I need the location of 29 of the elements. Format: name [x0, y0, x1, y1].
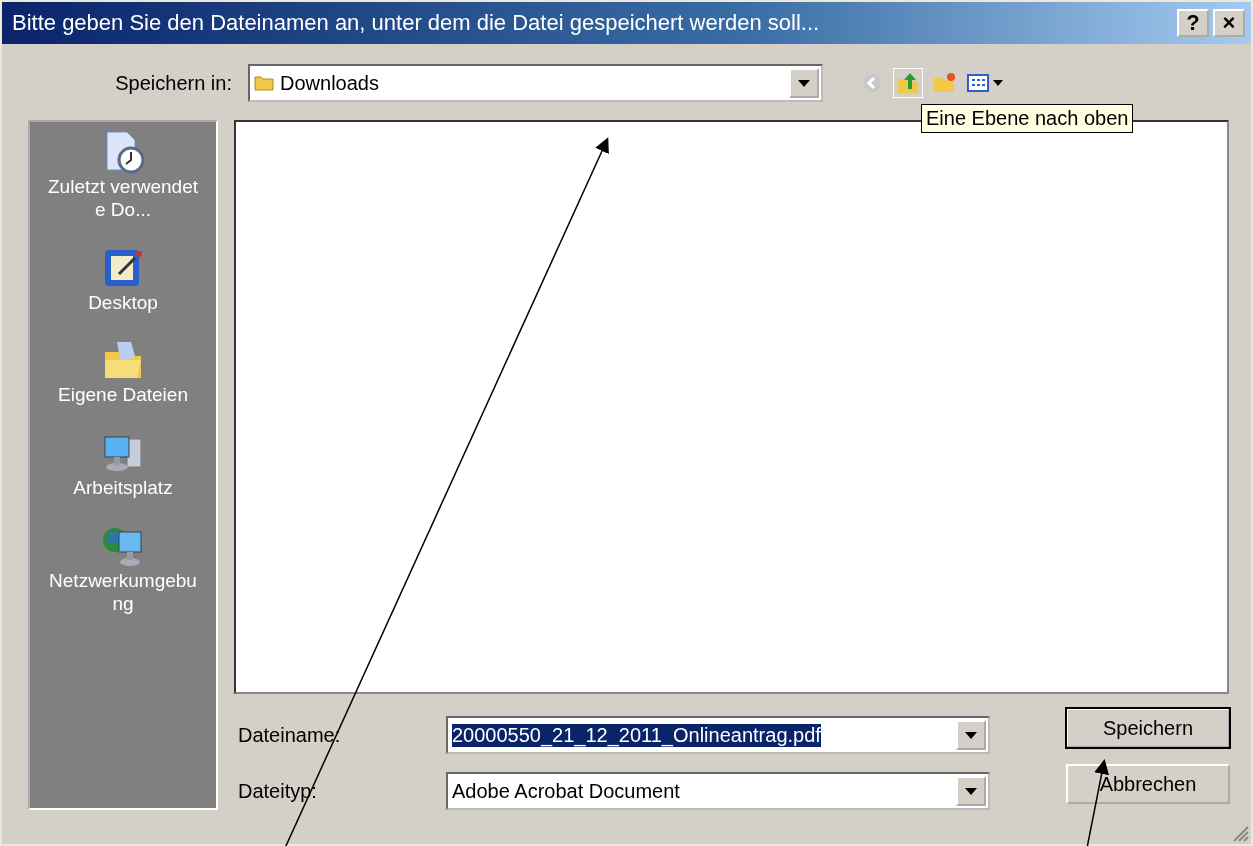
dialog-button[interactable]: Abbrechen — [1066, 764, 1230, 804]
folder-icon — [254, 75, 274, 91]
close-button[interactable]: × — [1213, 9, 1245, 37]
save-in-dropdown[interactable]: Downloads — [248, 64, 823, 102]
caret-icon — [965, 731, 977, 739]
file-name-value: 20000550_21_12_2011_Onlineantrag.pdf — [452, 723, 821, 747]
save-in-value: Downloads — [280, 71, 379, 95]
up-folder-button[interactable] — [893, 68, 923, 98]
file-type-dropdown[interactable]: Adobe Acrobat Document — [446, 772, 990, 810]
place-item[interactable]: Zuletzt verwendete Do... — [48, 176, 198, 222]
file-name-field[interactable]: 20000550_21_12_2011_Onlineantrag.pdf — [446, 716, 990, 754]
dropdown-button[interactable] — [789, 68, 819, 98]
dropdown-button[interactable] — [956, 720, 986, 750]
save-in-label: Speichern in: — [114, 71, 233, 95]
file-type-value: Adobe Acrobat Document — [452, 779, 680, 803]
dropdown-button[interactable] — [956, 776, 986, 806]
folder-up-arrow-icon — [896, 71, 920, 95]
help-button[interactable]: ? — [1177, 9, 1209, 37]
place-item[interactable]: Eigene Dateien — [48, 384, 198, 408]
dialog-button[interactable]: Speichern — [1066, 708, 1230, 748]
place-item[interactable]: Arbeitsplatz — [48, 477, 198, 500]
window-title: Bitte geben Sie den Dateinamen an, unter dem die Datei gespeichert werden soll... — [12, 10, 821, 36]
caret-icon — [798, 79, 810, 87]
caret-icon — [965, 787, 977, 795]
tooltip: Eine Ebene nach oben — [921, 104, 1134, 133]
new-folder-icon — [932, 72, 956, 94]
place-item[interactable]: Netzwerkumgebung — [48, 570, 198, 616]
place-item[interactable]: Desktop — [48, 291, 198, 315]
resize-grip-icon[interactable] — [1231, 824, 1249, 842]
